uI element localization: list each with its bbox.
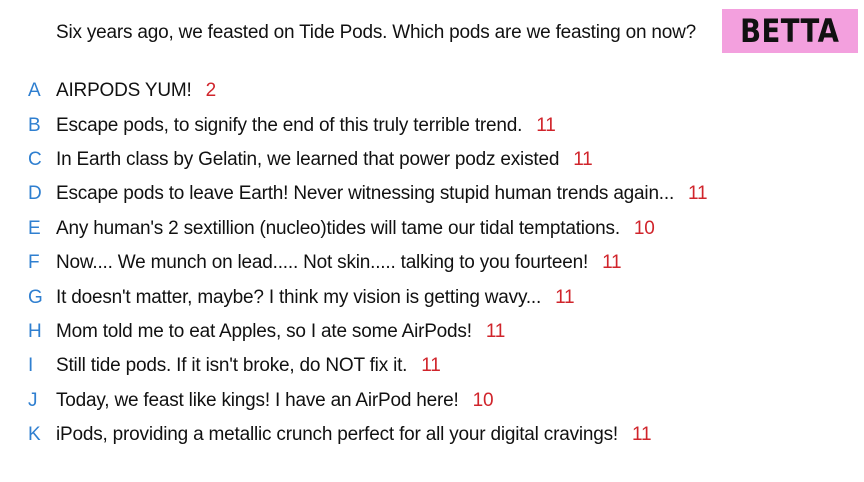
answer-text: Escape pods, to signify the end of this …	[56, 115, 556, 137]
answer-letter: H	[28, 320, 42, 342]
answer-text-content: Now.... We munch on lead..... Not skin..…	[56, 252, 589, 274]
list-item: F Now.... We munch on lead..... Not skin…	[0, 246, 864, 280]
answer-score: 11	[536, 114, 556, 136]
answer-score: 10	[633, 217, 655, 239]
list-item: G It doesn't matter, maybe? I think my v…	[0, 280, 864, 314]
list-item: A AIRPODS YUM! 2	[0, 74, 864, 108]
answer-text: AIRPODS YUM! 2	[56, 80, 216, 102]
answer-letter: A	[28, 80, 41, 102]
answer-text: Now.... We munch on lead..... Not skin..…	[56, 252, 622, 274]
answer-text-content: Mom told me to eat Apples, so I ate some…	[56, 320, 472, 342]
answer-letter: F	[28, 252, 40, 274]
list-item: C In Earth class by Gelatin, we learned …	[0, 143, 864, 177]
answer-text-content: iPods, providing a metallic crunch perfe…	[56, 424, 618, 446]
answer-letter: B	[28, 114, 41, 136]
list-item: J Today, we feast like kings! I have an …	[0, 384, 864, 418]
answer-text: Escape pods to leave Earth! Never witnes…	[56, 183, 708, 205]
answer-text: Any human's 2 sextillion (nucleo)tides w…	[56, 218, 655, 240]
answer-score: 11	[485, 320, 506, 342]
answer-text-content: In Earth class by Gelatin, we learned th…	[56, 148, 560, 170]
answer-score: 2	[205, 80, 217, 102]
question-prompt: Six years ago, we feasted on Tide Pods. …	[56, 22, 697, 43]
list-item: I Still tide pods. If it isn't broke, do…	[0, 349, 864, 383]
answer-text: Mom told me to eat Apples, so I ate some…	[56, 321, 505, 343]
answer-text-content: Any human's 2 sextillion (nucleo)tides w…	[56, 217, 620, 239]
answer-score: 11	[573, 148, 593, 170]
answer-list: A AIRPODS YUM! 2 B Escape pods, to signif…	[0, 74, 864, 452]
answer-score: 11	[421, 355, 441, 377]
answer-letter: D	[28, 183, 42, 205]
answer-text: In Earth class by Gelatin, we learned th…	[56, 149, 593, 171]
answer-text-content: Escape pods to leave Earth! Never witnes…	[56, 183, 675, 205]
answer-letter: E	[28, 217, 41, 239]
answer-text-content: Still tide pods. If it isn't broke, do N…	[56, 355, 408, 377]
answer-score: 11	[602, 252, 622, 274]
answer-letter: G	[28, 286, 43, 308]
list-item: E Any human's 2 sextillion (nucleo)tides…	[0, 212, 864, 246]
list-item: B Escape pods, to signify the end of thi…	[0, 108, 864, 142]
answer-text: Today, we feast like kings! I have an Ai…	[56, 389, 494, 412]
answer-score: 11	[555, 286, 575, 308]
contestant-name: BETTA	[740, 12, 840, 50]
answer-text: Still tide pods. If it isn't broke, do N…	[56, 355, 441, 377]
list-item: H Mom told me to eat Apples, so I ate so…	[0, 315, 864, 349]
answer-letter: J	[28, 389, 38, 411]
answer-text-content: It doesn't matter, maybe? I think my vis…	[56, 286, 542, 308]
answer-text-content: Today, we feast like kings! I have an Ai…	[56, 389, 459, 411]
results-screen: Six years ago, we feasted on Tide Pods. …	[0, 0, 864, 482]
list-item: D Escape pods to leave Earth! Never witn…	[0, 177, 864, 211]
list-item: K iPods, providing a metallic crunch per…	[0, 418, 864, 452]
answer-text-content: Escape pods, to signify the end of this …	[56, 114, 523, 136]
answer-score: 10	[472, 389, 494, 411]
contestant-badge: BETTA	[722, 9, 858, 53]
answer-score: 11	[688, 183, 708, 205]
answer-text: iPods, providing a metallic crunch perfe…	[56, 424, 652, 446]
answer-text-content: AIRPODS YUM!	[56, 80, 192, 102]
answer-letter: C	[28, 148, 42, 170]
answer-letter: I	[28, 355, 34, 377]
answer-text: It doesn't matter, maybe? I think my vis…	[56, 286, 575, 309]
answer-letter: K	[28, 424, 41, 446]
answer-score: 11	[632, 424, 652, 446]
